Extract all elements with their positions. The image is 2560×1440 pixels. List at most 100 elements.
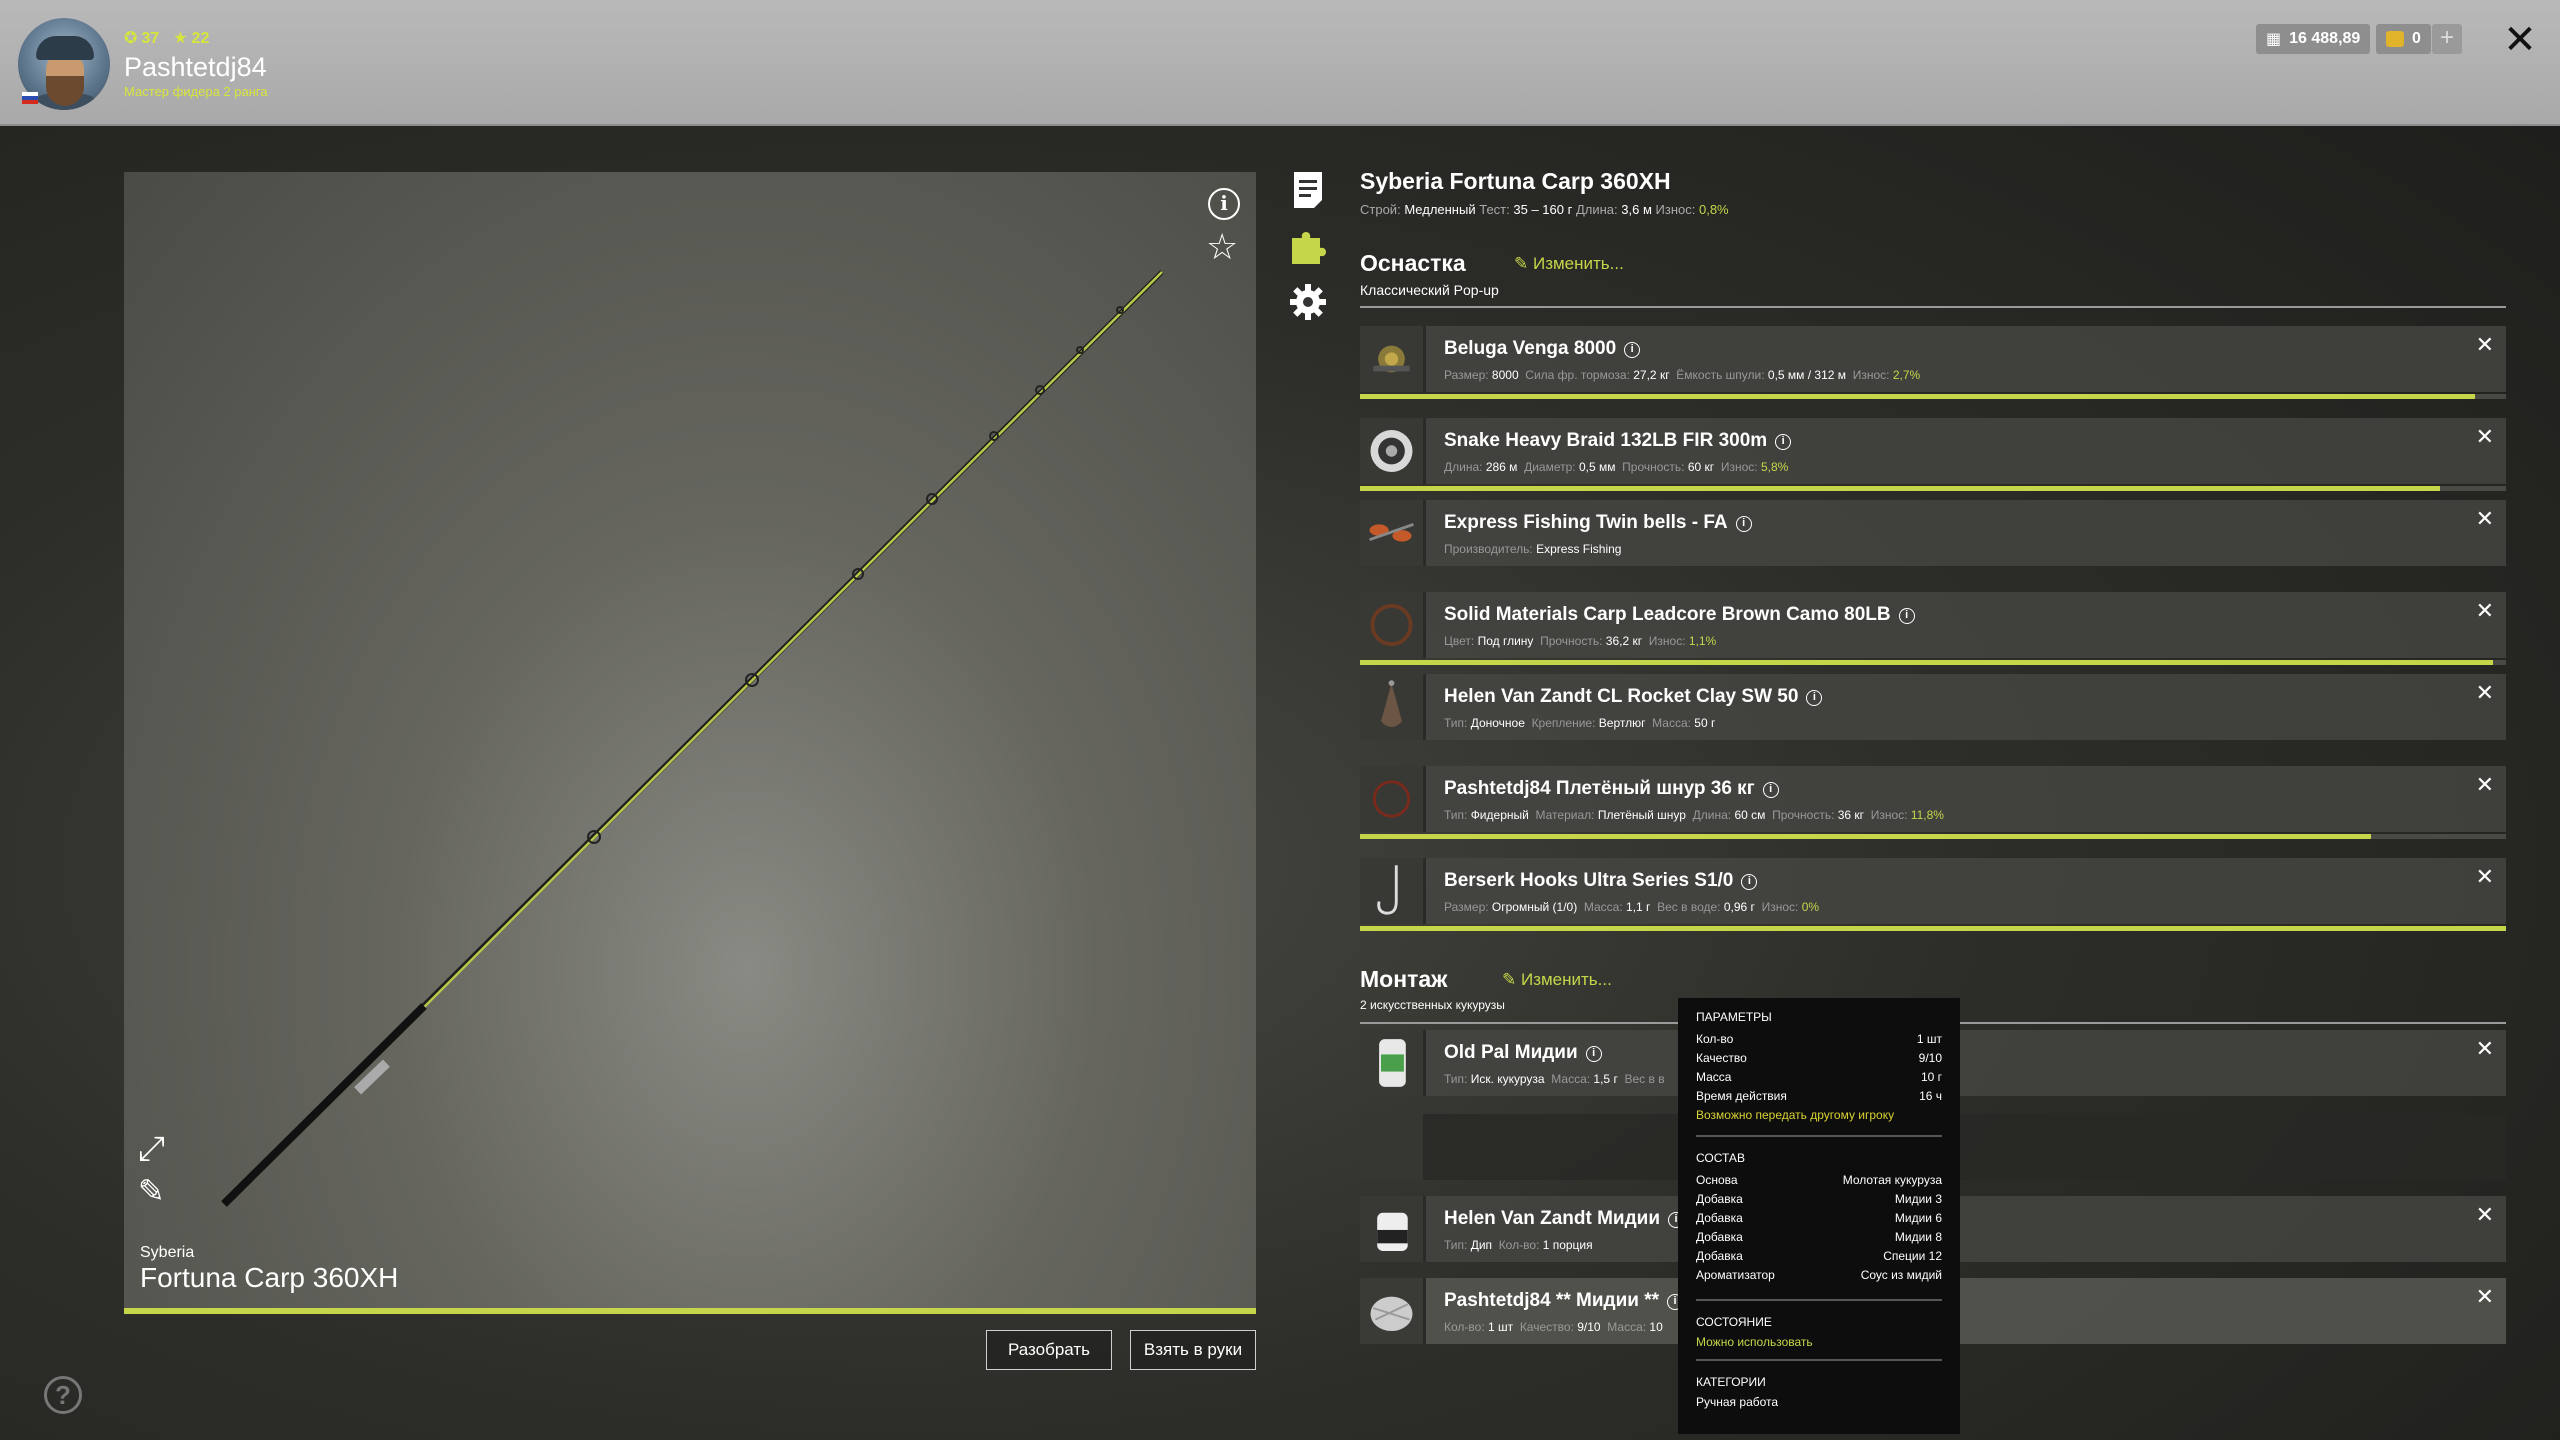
prop-value: 60 см xyxy=(1734,808,1766,822)
remove-icon[interactable]: ✕ xyxy=(2476,864,2494,890)
remove-icon[interactable]: ✕ xyxy=(2476,332,2494,358)
silver-balance[interactable]: ▦ 16 488,89 xyxy=(2256,24,2371,54)
prop-label: Износ: xyxy=(1870,808,1908,822)
prop-label: Размер: xyxy=(1444,900,1489,914)
comp-value: Мидии 8 xyxy=(1894,1230,1942,1244)
prop-value: 60 кг xyxy=(1687,460,1715,474)
wear-bar-fill xyxy=(1360,486,2440,491)
item-thumbnail xyxy=(1360,326,1426,392)
prop-label: Вес в в xyxy=(1624,1072,1665,1086)
favorite-star-icon[interactable]: ☆ xyxy=(1206,226,1238,268)
comp-label: Добавка xyxy=(1696,1249,1743,1263)
rod-prop-value: Медленный xyxy=(1404,202,1476,217)
item-thumbnail xyxy=(1360,592,1426,658)
prop-label: Масса: xyxy=(1607,1320,1647,1334)
remove-icon[interactable]: ✕ xyxy=(2476,1036,2494,1062)
prop-value: Плетёный шнур xyxy=(1597,808,1686,822)
prop-value: Express Fishing xyxy=(1536,542,1622,556)
tackle-change-link[interactable]: ✎ Изменить... xyxy=(1514,254,1624,274)
wear-bar-fill xyxy=(1360,926,2506,931)
param-value: 10 г xyxy=(1920,1070,1942,1084)
remove-icon[interactable]: ✕ xyxy=(2476,424,2494,450)
info-icon[interactable]: i xyxy=(1624,342,1641,358)
item-name: Snake Heavy Braid 132LB FIR 300m i xyxy=(1444,430,1792,452)
remove-icon[interactable]: ✕ xyxy=(2476,506,2494,532)
prop-label: Диаметр: xyxy=(1524,460,1576,474)
info-icon[interactable]: i xyxy=(1775,434,1792,450)
settings-gear-icon[interactable] xyxy=(1288,282,1328,322)
remove-icon[interactable]: ✕ xyxy=(2476,772,2494,798)
remove-icon[interactable]: ✕ xyxy=(2476,598,2494,624)
expand-icon[interactable]: ⤢ xyxy=(138,1130,165,1169)
prop-label: Масса: xyxy=(1652,716,1691,730)
prop-value: 1,1% xyxy=(1688,634,1717,648)
gold-balance[interactable]: 0 xyxy=(2376,24,2431,54)
prop-label: Износ: xyxy=(1648,634,1686,648)
help-icon[interactable]: ? xyxy=(44,1376,82,1414)
info-icon[interactable]: i xyxy=(1806,690,1823,706)
rod-condition-fill xyxy=(124,1308,1256,1314)
remove-icon[interactable]: ✕ xyxy=(2476,1284,2494,1310)
prop-label: Прочность: xyxy=(1540,634,1603,648)
disassemble-button[interactable]: Разобрать xyxy=(986,1330,1112,1370)
top-bar: ✪ 37 ★ 22 Pashtetdj84 Мастер фидера 2 ранг… xyxy=(0,0,2560,126)
gold-icon xyxy=(2386,31,2404,47)
info-icon[interactable]: i xyxy=(1762,782,1779,798)
tooltip-param-row: Время действия 16 ч xyxy=(1696,1087,1942,1106)
item-thumbnail xyxy=(1360,1196,1426,1262)
preview-rod-name: Fortuna Carp 360XH xyxy=(140,1262,399,1293)
take-in-hands-button[interactable]: Взять в руки xyxy=(1130,1330,1256,1370)
close-icon[interactable]: ✕ xyxy=(2500,20,2540,60)
edit-pencil-icon[interactable]: ✎ xyxy=(138,1172,165,1210)
prop-label: Тип: xyxy=(1444,1238,1468,1252)
puzzle-icon[interactable] xyxy=(1288,226,1328,266)
player-name: Pashtetdj84 xyxy=(124,52,267,82)
info-icon[interactable]: i xyxy=(1898,608,1915,624)
info-icon[interactable]: i xyxy=(1735,516,1752,532)
item-name: Berserk Hooks Ultra Series S1/0 i xyxy=(1444,870,1758,892)
tackle-item[interactable]: Helen Van Zandt CL Rocket Clay SW 50 i Тип… xyxy=(1360,674,2506,740)
tackle-item[interactable]: Pashtetdj84 Плетёный шнур 36 кг i Тип: Фид… xyxy=(1360,766,2506,832)
prop-value: 9/10 xyxy=(1577,1320,1601,1334)
tooltip-composition-row: Добавка Мидии 8 xyxy=(1696,1228,1942,1247)
prop-value: 0,96 г xyxy=(1723,900,1755,914)
tackle-item[interactable]: Express Fishing Twin bells - FA i Производ… xyxy=(1360,500,2506,566)
edit-icon: ✎ xyxy=(1502,970,1517,989)
tackle-item[interactable]: Snake Heavy Braid 132LB FIR 300m i Длина: … xyxy=(1360,418,2506,484)
item-name: Helen Van Zandt Мидии i xyxy=(1444,1208,1685,1230)
info-icon[interactable]: i xyxy=(1741,874,1758,890)
remove-icon[interactable]: ✕ xyxy=(2476,1202,2494,1228)
montage-change-link[interactable]: ✎ Изменить... xyxy=(1502,970,1612,990)
add-gold-button[interactable]: + xyxy=(2432,24,2462,54)
info-icon[interactable]: i xyxy=(1585,1046,1602,1062)
tackle-item[interactable]: Berserk Hooks Ultra Series S1/0 i Размер: … xyxy=(1360,858,2506,924)
item-thumbnail xyxy=(1360,766,1426,832)
comp-value: Мидии 6 xyxy=(1894,1211,1942,1225)
prop-value: 1 порция xyxy=(1542,1238,1593,1252)
rod-preview[interactable] xyxy=(124,172,1256,1312)
prop-value: 36,2 кг xyxy=(1605,634,1643,648)
comp-label: Добавка xyxy=(1696,1192,1743,1206)
item-thumbnail xyxy=(1360,674,1426,740)
tooltip-composition-row: Добавка Мидии 3 xyxy=(1696,1190,1942,1209)
item-props: Тип: Фидерный Материал: Плетёный шнур Дл… xyxy=(1444,808,1951,822)
bait-tooltip: ПАРАМЕТРЫ Кол-во 1 шт Качество 9/10 Масса 10 … xyxy=(1678,998,1960,1434)
tooltip-composition-row: Ароматизатор Соус из мидий xyxy=(1696,1266,1942,1285)
param-label: Кол-во xyxy=(1696,1032,1734,1046)
prop-value: 11,8% xyxy=(1910,808,1944,822)
prop-label: Материал: xyxy=(1535,808,1595,822)
info-icon[interactable]: i xyxy=(1208,188,1240,220)
rod-prop-label: Длина: xyxy=(1575,202,1618,217)
remove-icon[interactable]: ✕ xyxy=(2476,680,2494,706)
montage-subtitle: 2 искусственных кукурузы xyxy=(1360,998,1505,1012)
preview-brand: Syberia xyxy=(140,1244,195,1261)
tackle-item[interactable]: Beluga Venga 8000 i Размер: 8000 Сила фр. … xyxy=(1360,326,2506,392)
prop-value: 2,7% xyxy=(1892,368,1921,382)
rod-properties: Строй: Медленный Тест: 35 – 160 г Длина:… xyxy=(1360,202,1729,217)
tooltip-category: Ручная работа xyxy=(1696,1395,1779,1409)
prop-value: 10 xyxy=(1649,1320,1663,1334)
description-icon[interactable] xyxy=(1288,170,1328,210)
tackle-item[interactable]: Solid Materials Carp Leadcore Brown Camo… xyxy=(1360,592,2506,658)
item-name: Helen Van Zandt CL Rocket Clay SW 50 i xyxy=(1444,686,1823,708)
prop-value: 36 кг xyxy=(1837,808,1865,822)
